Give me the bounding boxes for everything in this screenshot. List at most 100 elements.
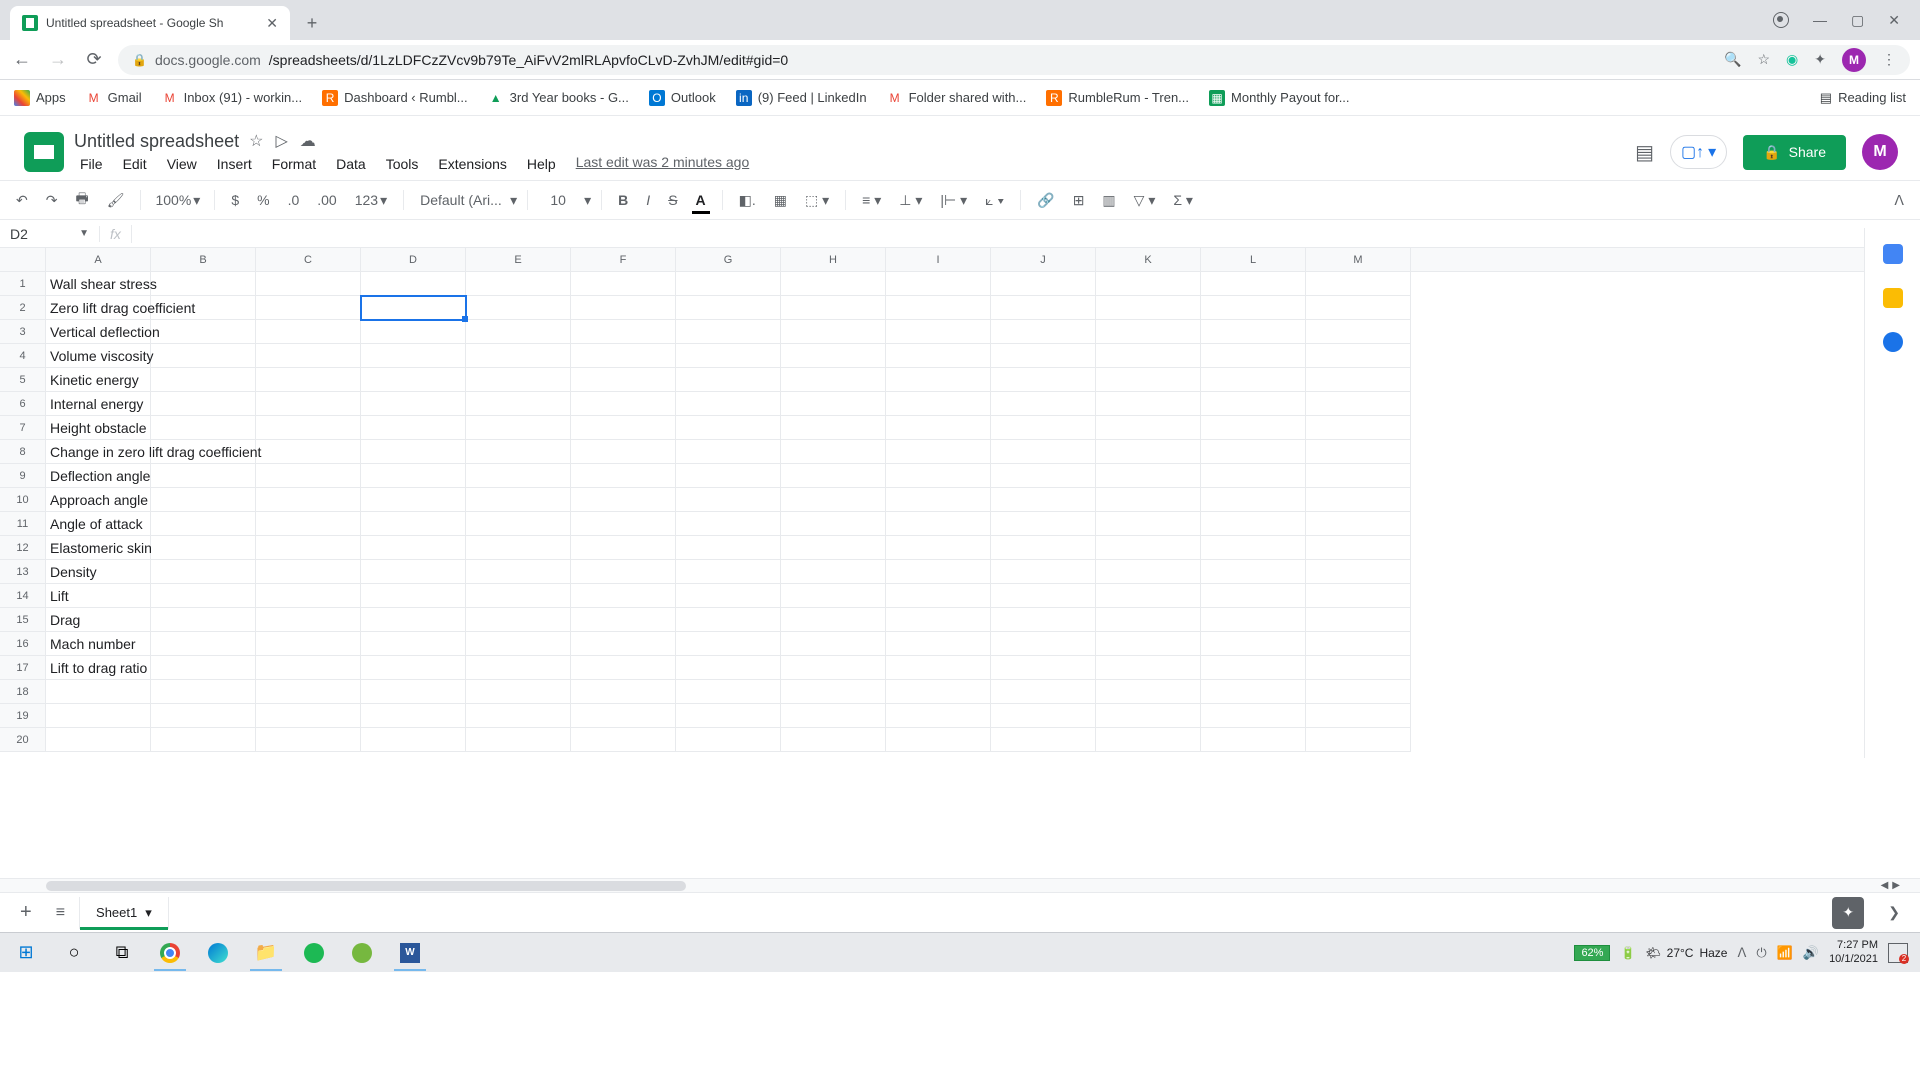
row-header[interactable]: 11 [0, 512, 46, 536]
cell[interactable] [1306, 464, 1411, 488]
cell[interactable] [886, 608, 991, 632]
cell[interactable] [781, 728, 886, 752]
cell[interactable] [256, 344, 361, 368]
task-view-button[interactable]: ⧉ [100, 935, 144, 971]
bookmark-linkedin[interactable]: in(9) Feed | LinkedIn [736, 90, 867, 106]
menu-format[interactable]: Format [266, 154, 322, 174]
cell[interactable] [1096, 464, 1201, 488]
cell[interactable] [571, 488, 676, 512]
cell[interactable] [1096, 656, 1201, 680]
grammarly-ext-icon[interactable]: ◉ [1786, 51, 1798, 68]
cell[interactable]: Kinetic energy [46, 368, 151, 392]
row-header[interactable]: 10 [0, 488, 46, 512]
cell[interactable] [781, 512, 886, 536]
cell[interactable] [1201, 416, 1306, 440]
bookmark-folder[interactable]: MFolder shared with... [887, 90, 1027, 106]
cell[interactable] [466, 416, 571, 440]
cell[interactable] [991, 584, 1096, 608]
formula-input[interactable] [132, 226, 1920, 242]
cell[interactable] [466, 344, 571, 368]
extensions-icon[interactable]: ✦ [1814, 51, 1826, 68]
bookmark-gmail[interactable]: MGmail [86, 90, 142, 106]
cell[interactable] [886, 416, 991, 440]
font-select[interactable]: Default (Ari... [414, 188, 504, 212]
bookmark-payout[interactable]: ▦Monthly Payout for... [1209, 90, 1350, 106]
menu-insert[interactable]: Insert [211, 154, 258, 174]
show-side-panel-icon[interactable]: ❯ [1878, 904, 1910, 921]
row-header[interactable]: 12 [0, 536, 46, 560]
bookmark-apps[interactable]: Apps [14, 90, 66, 106]
system-clock[interactable]: 7:27 PM 10/1/2021 [1829, 939, 1878, 965]
weather-widget[interactable]: 🌤 27°C Haze [1645, 946, 1727, 960]
horizontal-scrollbar[interactable] [46, 881, 686, 891]
cell[interactable] [466, 632, 571, 656]
cell[interactable] [361, 560, 466, 584]
cell[interactable] [151, 584, 256, 608]
account-indicator-icon[interactable] [1773, 12, 1789, 28]
cell[interactable] [256, 440, 361, 464]
cell[interactable] [781, 296, 886, 320]
menu-view[interactable]: View [161, 154, 203, 174]
cell[interactable] [571, 560, 676, 584]
cell[interactable] [1201, 512, 1306, 536]
cell[interactable] [571, 656, 676, 680]
v-align-icon[interactable]: ⊥ ▾ [893, 188, 928, 213]
cell[interactable] [466, 680, 571, 704]
cell[interactable] [1096, 416, 1201, 440]
cell[interactable] [1201, 488, 1306, 512]
filter-icon[interactable]: ▽ ▾ [1128, 188, 1162, 213]
cell[interactable] [46, 704, 151, 728]
cell[interactable] [1096, 704, 1201, 728]
print-icon[interactable]: 🖶 [69, 184, 94, 216]
cell[interactable] [361, 488, 466, 512]
cell[interactable] [1096, 632, 1201, 656]
cell[interactable] [256, 488, 361, 512]
add-sheet-button[interactable]: + [10, 901, 42, 924]
cell[interactable] [256, 560, 361, 584]
cell[interactable] [466, 512, 571, 536]
cell[interactable] [886, 320, 991, 344]
cell[interactable] [781, 272, 886, 296]
row-header[interactable]: 14 [0, 584, 46, 608]
cell[interactable] [571, 608, 676, 632]
cell[interactable] [466, 296, 571, 320]
cell[interactable] [256, 608, 361, 632]
cell[interactable] [991, 392, 1096, 416]
chrome-taskbar-icon[interactable] [148, 935, 192, 971]
col-header[interactable]: L [1201, 248, 1306, 271]
cell[interactable] [991, 272, 1096, 296]
cell[interactable] [1306, 368, 1411, 392]
cell[interactable] [571, 728, 676, 752]
cell[interactable] [466, 656, 571, 680]
word-taskbar-icon[interactable]: W [388, 935, 432, 971]
cloud-status-icon[interactable]: ☁ [300, 131, 316, 151]
cell[interactable] [781, 584, 886, 608]
cell[interactable] [991, 728, 1096, 752]
paint-format-icon[interactable]: 🖌 [101, 188, 131, 213]
cell[interactable] [886, 512, 991, 536]
link-icon[interactable]: 🔗 [1031, 188, 1060, 213]
cell[interactable] [676, 416, 781, 440]
bold-icon[interactable]: B [612, 188, 634, 212]
cell[interactable] [466, 440, 571, 464]
cell[interactable] [361, 368, 466, 392]
cell[interactable] [676, 344, 781, 368]
cell[interactable] [1306, 296, 1411, 320]
row-header[interactable]: 1 [0, 272, 46, 296]
col-header[interactable]: I [886, 248, 991, 271]
cell[interactable] [886, 728, 991, 752]
cell[interactable] [151, 344, 256, 368]
cell[interactable] [676, 728, 781, 752]
cell[interactable] [781, 632, 886, 656]
collapse-toolbar-icon[interactable]: ᐱ [1888, 188, 1910, 213]
text-color-icon[interactable]: A [690, 188, 712, 212]
keep-icon[interactable] [1883, 288, 1903, 308]
borders-icon[interactable]: ▦ [768, 188, 793, 213]
cell[interactable] [886, 560, 991, 584]
cell[interactable]: Zero lift drag coefficient [46, 296, 151, 320]
cell[interactable] [1201, 440, 1306, 464]
cell[interactable] [1096, 488, 1201, 512]
cell[interactable] [256, 584, 361, 608]
cell[interactable] [991, 680, 1096, 704]
name-box[interactable]: D2▼ [0, 226, 100, 242]
